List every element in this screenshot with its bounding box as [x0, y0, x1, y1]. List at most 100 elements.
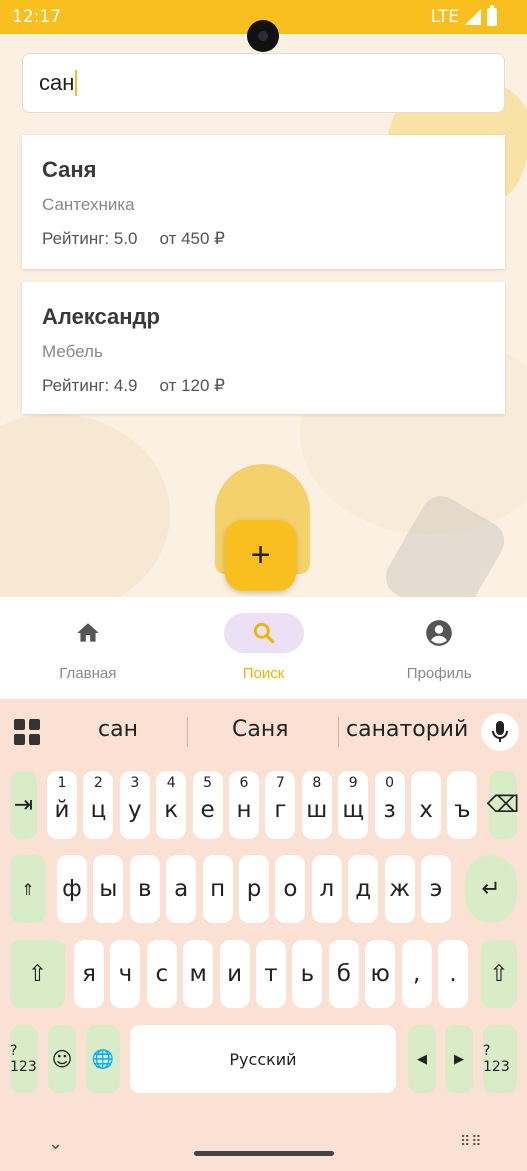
key-letter[interactable]: 6н [229, 771, 259, 839]
key-number-hint: 0 [385, 775, 395, 791]
suggestion-1[interactable]: сан [98, 717, 138, 742]
tab-key[interactable]: ⇥ [10, 771, 37, 839]
add-button[interactable]: + [225, 520, 296, 591]
space-key[interactable]: Русский [130, 1025, 396, 1093]
symbols-key[interactable]: ?123 [10, 1025, 38, 1093]
home-indicator[interactable] [194, 1151, 334, 1156]
key-letter[interactable]: р [239, 855, 269, 923]
key-letter[interactable]: 4к [156, 771, 187, 839]
key-letter[interactable]: ъ [447, 771, 478, 839]
shift-key[interactable]: ⇧ [10, 940, 65, 1008]
signal-icon [465, 9, 481, 25]
result-card-aleksandr[interactable]: Александр Мебель Рейтинг: 4.9 от 120 ₽ [22, 282, 505, 414]
key-label: к [164, 797, 179, 823]
key-label: е [200, 797, 215, 823]
shift-key-right[interactable]: ⇧ [481, 940, 517, 1008]
backspace-key[interactable]: ⌫ [487, 771, 519, 839]
key-letter[interactable]: п [202, 855, 233, 923]
key-letter[interactable]: л [311, 855, 342, 923]
result-card-sanya[interactable]: Саня Сантехника Рейтинг: 5.0 от 450 ₽ [22, 135, 505, 269]
key-number-hint: 9 [348, 775, 358, 791]
key-letter[interactable]: . [438, 940, 468, 1008]
key-letter[interactable]: ф [57, 855, 87, 923]
key-letter[interactable]: 7г [265, 771, 296, 839]
search-input[interactable]: сан [22, 53, 505, 113]
suggestion-bar: сан Саня санаторий [0, 699, 527, 765]
key-letter[interactable]: и [219, 940, 250, 1008]
suggestion-2[interactable]: Саня [232, 717, 288, 742]
key-number-hint: 5 [203, 775, 213, 791]
keyboard-switch-icon[interactable]: ⠿⠿ [460, 1133, 483, 1150]
key-letter[interactable]: 0з [374, 771, 405, 839]
master-category: Мебель [42, 342, 103, 361]
cursor-left-key[interactable]: ◀ [408, 1025, 436, 1093]
key-label: х [419, 797, 433, 823]
key-letter[interactable]: ж [384, 855, 415, 923]
master-name: Саня [42, 157, 97, 182]
nav-item-home[interactable]: Главная [0, 597, 176, 699]
home-icon [76, 623, 99, 642]
enter-key[interactable]: ↵ [465, 855, 517, 923]
search-value: сан [39, 70, 75, 95]
key-letter[interactable]: м [183, 940, 214, 1008]
key-letter[interactable]: , [401, 940, 432, 1008]
key-letter[interactable]: с [146, 940, 177, 1008]
key-letter[interactable]: я [74, 940, 104, 1008]
key-letter[interactable]: х [411, 771, 441, 839]
key-letter[interactable]: ю [365, 940, 396, 1008]
master-rating: Рейтинг: 4.9 [42, 376, 138, 395]
profile-icon [426, 620, 453, 646]
symbols-key-right[interactable]: ?123 [483, 1025, 517, 1093]
key-letter[interactable]: ч [110, 940, 141, 1008]
cursor-right-key[interactable]: ▶ [445, 1025, 473, 1093]
key-letter[interactable]: ы [93, 855, 124, 923]
key-letter[interactable]: т [256, 940, 286, 1008]
key-label: й [54, 797, 70, 823]
network-type: LTE [430, 7, 459, 27]
key-label: ъ [454, 797, 471, 823]
key-letter[interactable]: 2ц [83, 771, 114, 839]
language-globe-key[interactable]: 🌐 [86, 1025, 120, 1093]
key-number-hint: 7 [275, 775, 285, 791]
master-category: Сантехника [42, 195, 135, 214]
key-number-hint: 4 [166, 775, 176, 791]
key-letter[interactable]: б [328, 940, 359, 1008]
nav-label: Главная [59, 665, 117, 682]
key-number-hint: 3 [130, 775, 140, 791]
key-letter[interactable]: 8ш [301, 771, 332, 839]
key-label: ц [90, 797, 107, 823]
key-letter[interactable]: д [348, 855, 379, 923]
key-letter[interactable]: ь [292, 940, 323, 1008]
on-screen-keyboard: сан Саня санаторий ⇥ 1й2ц3у4к5е6н7г8ш9щ0… [0, 699, 527, 1171]
key-letter[interactable]: 5е [192, 771, 223, 839]
key-label: у [127, 797, 142, 823]
key-label: щ [342, 797, 365, 823]
search-icon [253, 622, 274, 644]
key-letter[interactable]: а [166, 855, 197, 923]
master-price: от 120 ₽ [159, 376, 226, 395]
status-time: 12:17 [12, 7, 61, 27]
emoji-key[interactable]: ☺ [48, 1025, 76, 1093]
suggestion-3[interactable]: санаторий [346, 717, 468, 742]
key-letter[interactable]: э [421, 855, 451, 923]
background-decoration [0, 414, 170, 597]
nav-item-profile[interactable]: Профиль [351, 597, 527, 699]
key-letter[interactable]: 9щ [338, 771, 369, 839]
key-label: н [236, 797, 252, 823]
status-icons: LTE [430, 5, 497, 27]
key-letter[interactable]: 1й [47, 771, 77, 839]
nav-item-search[interactable]: Поиск [176, 597, 352, 699]
bottom-navigation: Главная Поиск Профиль [0, 597, 527, 699]
key-letter[interactable]: в [129, 855, 160, 923]
microphone-icon[interactable] [481, 713, 519, 751]
battery-icon [487, 5, 497, 26]
suggestion-divider [187, 717, 188, 747]
caps-lock-key[interactable]: ⇑ [10, 855, 46, 923]
master-name: Александр [42, 304, 160, 329]
master-rating: Рейтинг: 5.0 [42, 229, 138, 248]
key-letter[interactable]: 3у [119, 771, 150, 839]
nav-label: Поиск [242, 665, 285, 682]
apps-grid-icon[interactable] [14, 719, 40, 745]
key-letter[interactable]: о [275, 855, 306, 923]
hide-keyboard-icon[interactable]: ⌄ [48, 1133, 63, 1154]
